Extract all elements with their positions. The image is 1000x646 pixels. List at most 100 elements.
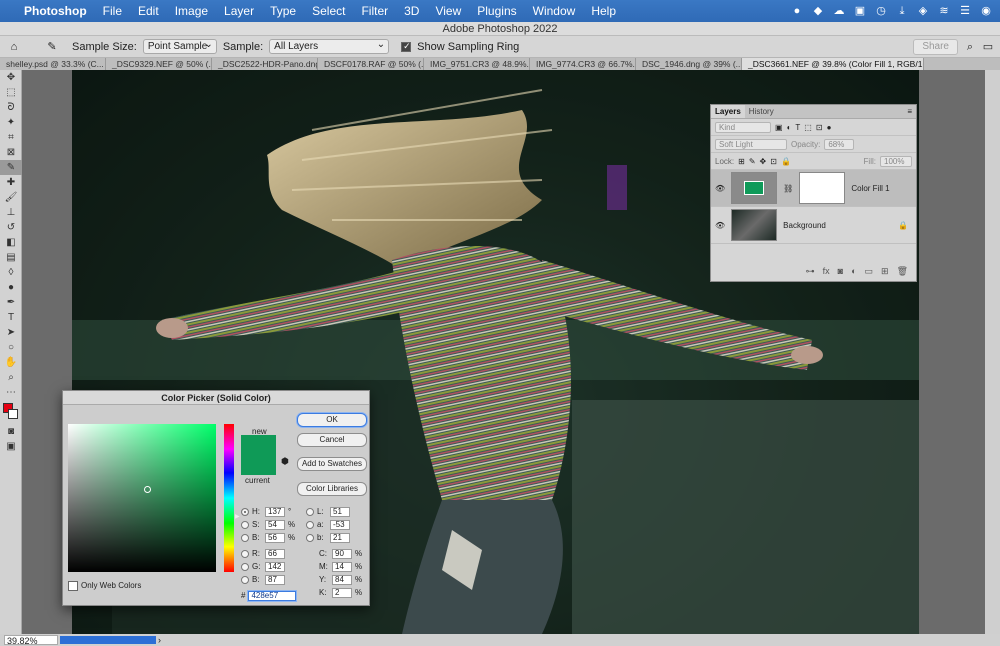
layer-filter-select[interactable]: Kind [715, 121, 771, 133]
show-sampling-ring-checkbox[interactable] [401, 41, 412, 52]
status-arrow-icon[interactable]: › [158, 634, 161, 646]
tab-shelley[interactable]: shelley.psd @ 33.3% (C... [0, 58, 106, 70]
menu-select[interactable]: Select [304, 4, 353, 18]
menu-filter[interactable]: Filter [353, 4, 396, 18]
ok-button[interactable]: OK [297, 413, 367, 427]
frame-tool-icon[interactable]: ⊠ [0, 145, 22, 160]
tab-img9774[interactable]: IMG_9774.CR3 @ 66.7%... [530, 58, 636, 70]
menu-edit[interactable]: Edit [130, 4, 167, 18]
zoom-level-field[interactable]: 39.82% [4, 635, 58, 646]
menu-layer[interactable]: Layer [216, 4, 262, 18]
color-field[interactable] [68, 424, 216, 572]
menu-type[interactable]: Type [262, 4, 304, 18]
eraser-tool-icon[interactable]: ◧ [0, 235, 22, 250]
move-tool-icon[interactable]: ✥ [0, 70, 22, 85]
lock-artboard-icon[interactable]: ⊡ [770, 157, 777, 166]
workspace-icon[interactable]: ▭ [982, 41, 994, 53]
tab-layers[interactable]: Layers [711, 105, 745, 118]
radio-l[interactable] [306, 507, 314, 516]
hand-tool-icon[interactable]: ✋ [0, 355, 22, 370]
sample-size-select[interactable]: Point Sample [142, 38, 217, 54]
path-select-tool-icon[interactable]: ➤ [0, 325, 22, 340]
radio-g[interactable] [241, 562, 249, 571]
dodge-tool-icon[interactable]: ● [0, 280, 22, 295]
h-input[interactable]: 137 [265, 506, 285, 517]
eyedropper-tool-icon[interactable]: ✎ [0, 160, 22, 175]
menu-window[interactable]: Window [525, 4, 584, 18]
layer-name-background[interactable]: Background [783, 221, 826, 230]
menu-view[interactable]: View [427, 4, 469, 18]
filter-adjust-icon[interactable]: ◐ [787, 123, 792, 132]
filter-pixel-icon[interactable]: ▣ [775, 123, 783, 132]
menu-file[interactable]: File [95, 4, 130, 18]
history-brush-tool-icon[interactable]: ↺ [0, 220, 22, 235]
r-input[interactable]: 66 [265, 548, 285, 559]
eyedropper-icon[interactable]: ✎ [46, 41, 58, 53]
link-icon[interactable]: ⛓ [783, 184, 793, 193]
brush-tool-icon[interactable]: 🖌 [0, 190, 22, 205]
hex-input[interactable]: 428e57 [248, 590, 297, 601]
control-center-icon[interactable]: ☰ [959, 5, 971, 17]
s-input[interactable]: 54 [265, 519, 285, 530]
radio-a[interactable] [306, 520, 314, 529]
lock-paint-icon[interactable]: ✎ [749, 157, 756, 166]
lab-b-input[interactable]: 21 [330, 532, 350, 543]
radio-r[interactable] [241, 549, 249, 558]
more-tools-icon[interactable]: ⋯ [0, 385, 22, 400]
visibility-eye-icon[interactable]: 👁 [715, 184, 725, 193]
background-thumbnail[interactable] [731, 209, 778, 241]
filter-shape-icon[interactable]: ⬚ [804, 123, 812, 132]
status-icon-1[interactable]: ● [791, 5, 803, 17]
visibility-eye-icon[interactable]: 👁 [715, 221, 725, 230]
layer-row-background[interactable]: 👁 Background 🔒 [711, 207, 916, 244]
l-input[interactable]: 51 [330, 506, 350, 517]
c-input[interactable]: 90 [332, 548, 352, 559]
m-input[interactable]: 14 [332, 561, 352, 572]
fx-icon[interactable]: fx [823, 266, 830, 277]
home-icon[interactable]: ⌂ [8, 41, 20, 53]
cancel-button[interactable]: Cancel [297, 433, 367, 447]
lock-move-icon[interactable]: ✥ [760, 157, 767, 166]
tab-dscf0178[interactable]: DSCF0178.RAF @ 50% (... [318, 58, 424, 70]
radio-blue[interactable] [241, 575, 249, 584]
dropbox-icon[interactable]: ◈ [917, 5, 929, 17]
lock-all-icon[interactable]: 🔒 [781, 157, 791, 166]
gamut-cube-icon[interactable]: ⬢ [281, 456, 289, 467]
color-field-cursor[interactable] [144, 486, 151, 493]
quick-select-tool-icon[interactable]: ✦ [0, 115, 22, 130]
healing-tool-icon[interactable]: ✚ [0, 175, 22, 190]
crop-tool-icon[interactable]: ⌗ [0, 130, 22, 145]
marquee-tool-icon[interactable]: ⬚ [0, 85, 22, 100]
menu-help[interactable]: Help [583, 4, 624, 18]
blur-tool-icon[interactable]: ◊ [0, 265, 22, 280]
y-input[interactable]: 84 [332, 574, 352, 585]
blue-input[interactable]: 87 [265, 574, 285, 585]
menu-app[interactable]: Photoshop [16, 4, 95, 18]
add-to-swatches-button[interactable]: Add to Swatches [297, 457, 367, 471]
a-input[interactable]: -53 [330, 519, 350, 530]
trash-icon[interactable]: 🗑 [897, 266, 908, 277]
g-input[interactable]: 142 [265, 561, 285, 572]
link-layers-icon[interactable]: ⊶ [806, 266, 815, 277]
adjustment-icon[interactable]: ◐ [851, 266, 856, 277]
time-machine-icon[interactable]: ◷ [875, 5, 887, 17]
tab-dsc1946[interactable]: DSC_1946.dng @ 39% (... [636, 58, 742, 70]
color-swatches[interactable] [0, 400, 21, 424]
radio-s[interactable] [241, 520, 249, 529]
menu-3d[interactable]: 3D [396, 4, 427, 18]
blend-mode-select[interactable]: Soft Light [715, 138, 787, 150]
cloud-icon[interactable]: ☁ [833, 5, 845, 17]
screen-mode-icon[interactable]: ▣ [0, 439, 22, 454]
hue-slider[interactable] [224, 424, 234, 572]
display-icon[interactable]: ▣ [854, 5, 866, 17]
filter-smart-icon[interactable]: ⊡ [816, 123, 823, 132]
background-color[interactable] [8, 409, 18, 419]
pen-tool-icon[interactable]: ✒ [0, 295, 22, 310]
hue-slider-marker[interactable]: ▶ [235, 513, 240, 520]
only-web-colors-checkbox[interactable] [68, 580, 78, 591]
new-layer-icon[interactable]: ⊞ [881, 266, 889, 277]
tab-dsc3661-active[interactable]: _DSC3661.NEF @ 39.8% (Color Fill 1, RGB/… [742, 58, 924, 70]
tab-history[interactable]: History [745, 105, 778, 118]
radio-h[interactable] [241, 507, 249, 516]
filter-type-icon[interactable]: T [795, 123, 800, 132]
